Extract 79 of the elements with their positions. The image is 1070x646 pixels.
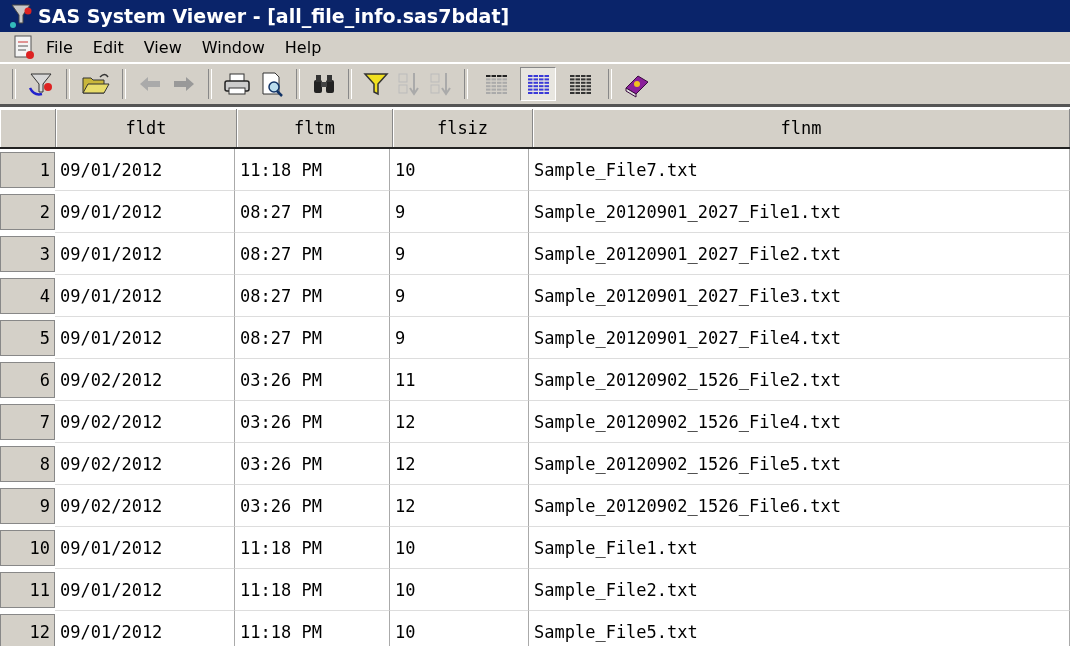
- column-header[interactable]: fltm: [237, 109, 393, 147]
- table-cell: 09/02/2012: [55, 401, 235, 443]
- table-cell: 09/01/2012: [55, 233, 235, 275]
- printer-icon[interactable]: [222, 70, 252, 98]
- table-cell: Sample_20120902_1526_File4.txt: [529, 401, 1070, 443]
- table-cell: 10: [390, 569, 529, 611]
- row-number: 11: [0, 572, 55, 608]
- table-cell: Sample_20120901_2027_File3.txt: [529, 275, 1070, 317]
- table-cell: 11:18 PM: [235, 149, 390, 191]
- table-cell: 03:26 PM: [235, 359, 390, 401]
- table-cell: Sample_20120901_2027_File2.txt: [529, 233, 1070, 275]
- table-cell: 9: [390, 275, 529, 317]
- table-cell: 09/01/2012: [55, 569, 235, 611]
- table-cell: 09/02/2012: [55, 485, 235, 527]
- column-header[interactable]: fldt: [56, 109, 237, 147]
- table-cell: Sample_File5.txt: [529, 611, 1070, 646]
- app-icon: [8, 3, 34, 29]
- row-number: 6: [0, 362, 55, 398]
- table-cell: 10: [390, 611, 529, 646]
- row-number: 2: [0, 194, 55, 230]
- table-cell: 9: [390, 233, 529, 275]
- table-cell: 09/01/2012: [55, 275, 235, 317]
- table-cell: 09/01/2012: [55, 149, 235, 191]
- row-number: 4: [0, 278, 55, 314]
- row-number: 1: [0, 152, 55, 188]
- table-cell: 12: [390, 443, 529, 485]
- table-cell: 10: [390, 527, 529, 569]
- table-cell: Sample_File7.txt: [529, 149, 1070, 191]
- corner-header: [0, 109, 56, 147]
- menu-item[interactable]: Window: [191, 35, 275, 59]
- menu-item[interactable]: Edit: [82, 35, 134, 59]
- table-cell: 11:18 PM: [235, 527, 390, 569]
- row-number: 9: [0, 488, 55, 524]
- table-cell: 10: [390, 149, 529, 191]
- row-number: 10: [0, 530, 55, 566]
- row-number: 8: [0, 446, 55, 482]
- table-cell: 08:27 PM: [235, 317, 390, 359]
- table-cell: 09/01/2012: [55, 191, 235, 233]
- menu-item[interactable]: View: [133, 35, 192, 59]
- row-number: 3: [0, 236, 55, 272]
- grid-icon: [568, 73, 592, 95]
- column-header[interactable]: flsiz: [393, 109, 533, 147]
- menu-item[interactable]: File: [36, 35, 83, 59]
- grid-icon: [526, 73, 550, 95]
- document-icon[interactable]: [12, 34, 36, 60]
- row-number: 7: [0, 404, 55, 440]
- window-title: SAS System Viewer - [all_file_info.sas7bdat]: [38, 5, 510, 27]
- table-cell: 03:26 PM: [235, 485, 390, 527]
- table-cell: 11:18 PM: [235, 569, 390, 611]
- table-view-button[interactable]: [520, 67, 556, 101]
- column-header[interactable]: flnm: [533, 109, 1070, 147]
- table-cell: 12: [390, 485, 529, 527]
- table-cell: Sample_20120901_2027_File1.txt: [529, 191, 1070, 233]
- menu-item[interactable]: Help: [274, 35, 332, 59]
- table-cell: 9: [390, 191, 529, 233]
- table-cell: Sample_20120901_2027_File4.txt: [529, 317, 1070, 359]
- filter-icon[interactable]: [362, 70, 390, 98]
- row-number: 5: [0, 320, 55, 356]
- grid-icon: [484, 73, 508, 95]
- table-cell: 08:27 PM: [235, 275, 390, 317]
- table-cell: 03:26 PM: [235, 443, 390, 485]
- row-number: 12: [0, 614, 55, 646]
- table-cell: Sample_File2.txt: [529, 569, 1070, 611]
- table-cell: 09/01/2012: [55, 317, 235, 359]
- table-cell: 03:26 PM: [235, 401, 390, 443]
- table-cell: 12: [390, 401, 529, 443]
- table-cell: 09/02/2012: [55, 359, 235, 401]
- table-cell: 9: [390, 317, 529, 359]
- table-cell: Sample_20120902_1526_File2.txt: [529, 359, 1070, 401]
- table-cell: 08:27 PM: [235, 233, 390, 275]
- table-cell: 09/01/2012: [55, 527, 235, 569]
- table-cell: Sample_20120902_1526_File5.txt: [529, 443, 1070, 485]
- table-cell: Sample_File1.txt: [529, 527, 1070, 569]
- table-cell: 09/02/2012: [55, 443, 235, 485]
- table-cell: Sample_20120902_1526_File6.txt: [529, 485, 1070, 527]
- table-cell: 11:18 PM: [235, 611, 390, 646]
- table-cell: 11: [390, 359, 529, 401]
- table-cell: 08:27 PM: [235, 191, 390, 233]
- table-cell: 09/01/2012: [55, 611, 235, 646]
